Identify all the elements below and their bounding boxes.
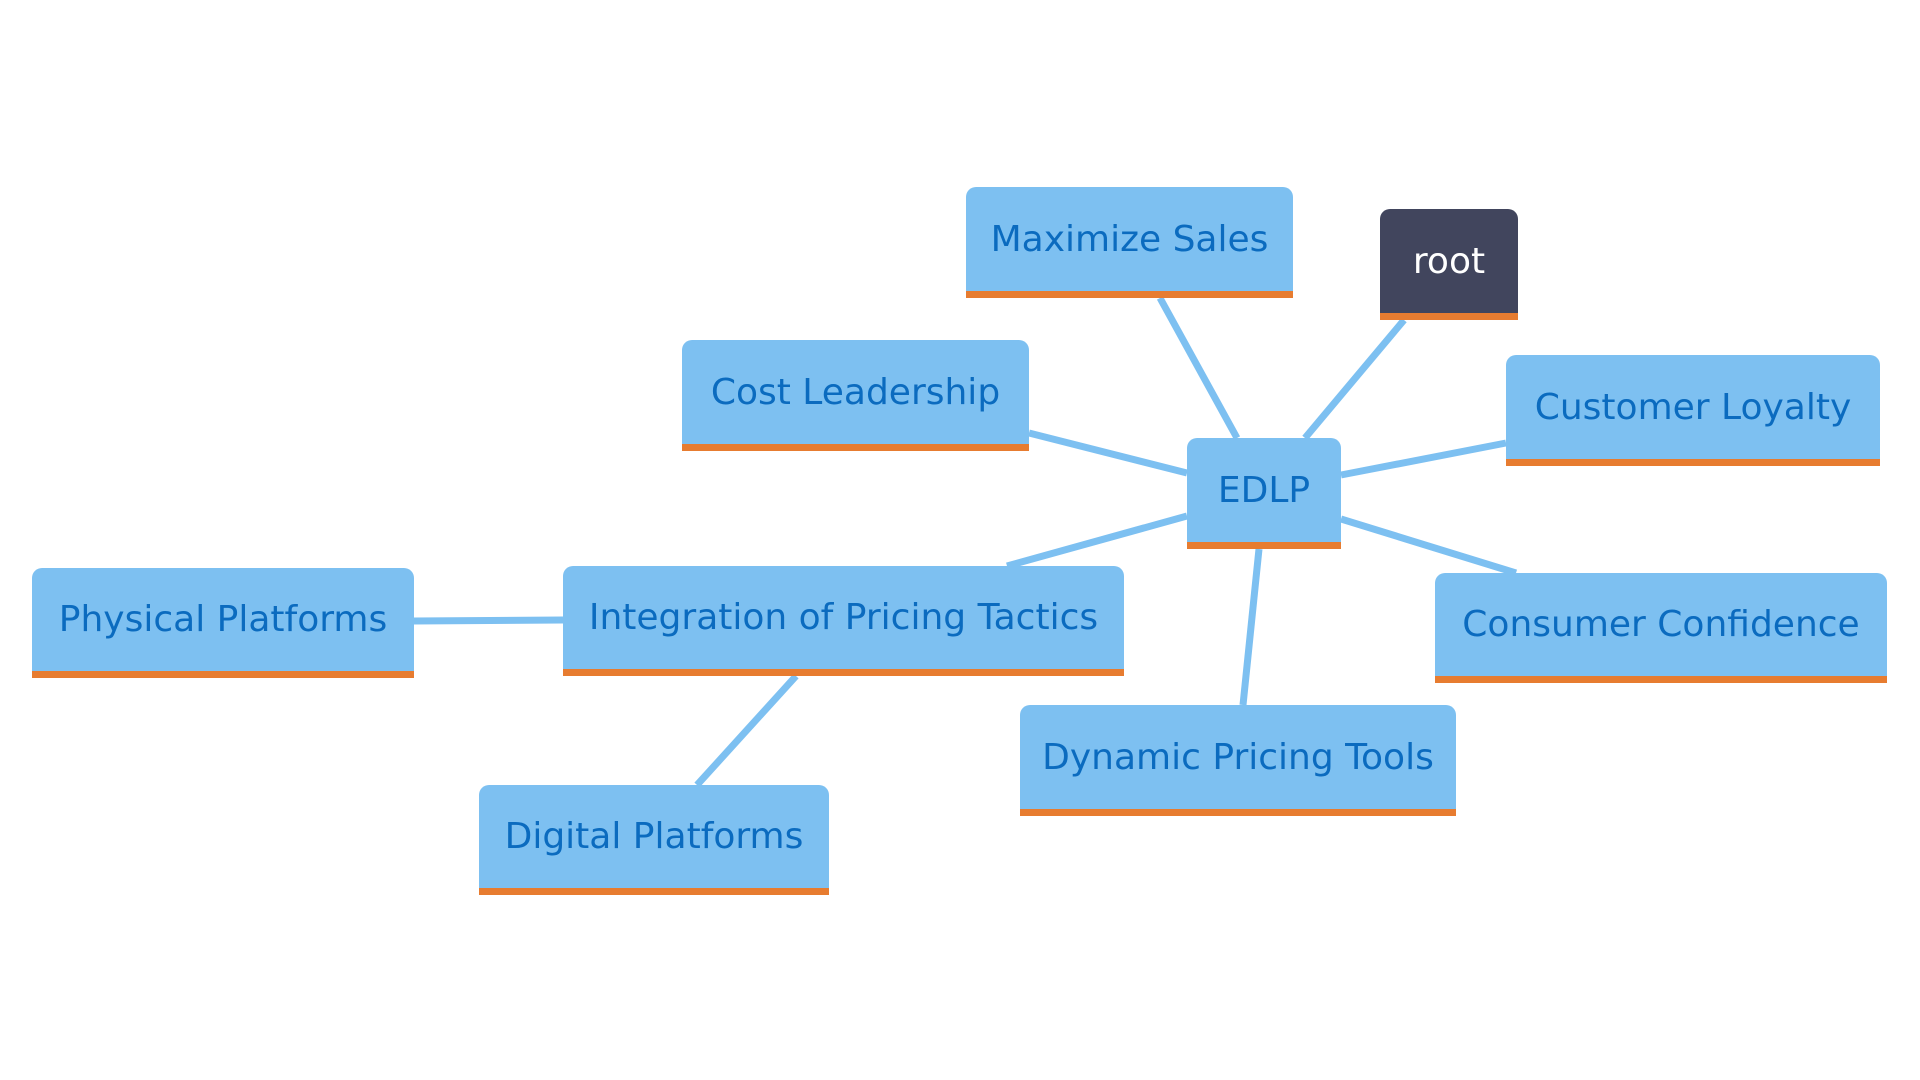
node-edlp[interactable]: EDLP — [1187, 438, 1341, 549]
node-consumer-confidence[interactable]: Consumer Confidence — [1435, 573, 1887, 683]
edge-integration-physical — [413, 616, 564, 625]
edge-edlp-root — [1302, 317, 1407, 441]
node-dynamic-pricing-tools[interactable]: Dynamic Pricing Tools — [1020, 705, 1456, 816]
edge-edlp-cost-leadership — [1028, 429, 1188, 477]
node-customer-loyalty[interactable]: Customer Loyalty — [1506, 355, 1880, 466]
node-physical-platforms[interactable]: Physical Platforms — [32, 568, 414, 678]
node-maximize-sales[interactable]: Maximize Sales — [966, 187, 1293, 298]
edge-edlp-integration — [1006, 512, 1188, 570]
edge-edlp-dynamic-pricing — [1239, 548, 1263, 706]
node-root[interactable]: root — [1380, 209, 1518, 320]
node-digital-platforms[interactable]: Digital Platforms — [479, 785, 829, 895]
edge-integration-digital — [694, 673, 799, 788]
edge-edlp-maximize-sales — [1156, 296, 1241, 440]
edge-edlp-customer-loyalty — [1340, 439, 1507, 479]
node-cost-leadership[interactable]: Cost Leadership — [682, 340, 1029, 451]
edge-edlp-consumer-confidence — [1339, 515, 1518, 577]
node-integration-of-pricing-tactics[interactable]: Integration of Pricing Tactics — [563, 566, 1124, 676]
edges-layer — [413, 296, 1518, 788]
